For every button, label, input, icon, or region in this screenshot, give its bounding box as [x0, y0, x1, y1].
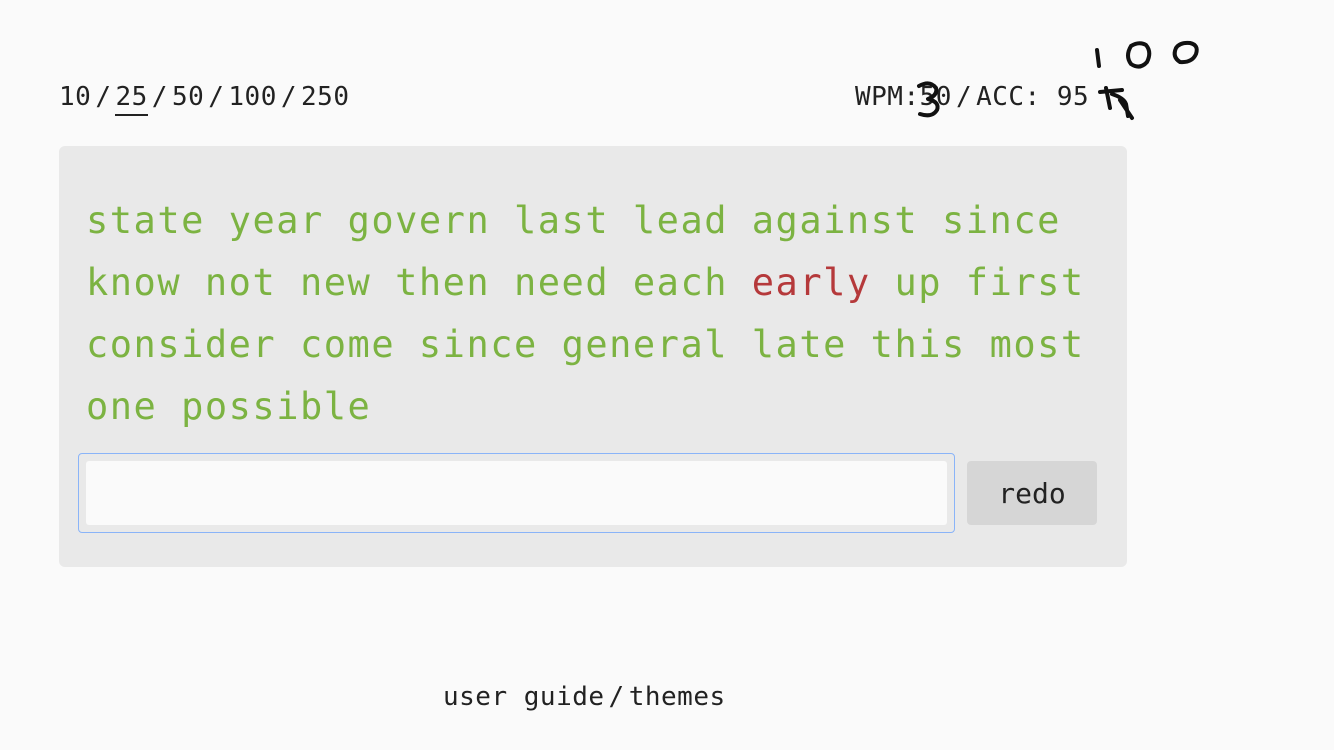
themes-link[interactable]: themes	[629, 682, 726, 712]
word-correct: each	[632, 261, 728, 304]
typing-input-wrapper	[78, 453, 955, 533]
word-count-separator: /	[280, 82, 298, 112]
word-count-option-250[interactable]: 250	[301, 82, 349, 112]
word-correct: general	[561, 323, 728, 366]
word-correct: against	[751, 199, 919, 242]
word-count-separator: /	[208, 82, 225, 112]
word-correct: new	[300, 261, 372, 304]
word-correct: consider	[86, 323, 277, 366]
word-correct: this	[870, 323, 966, 366]
footer-links: user guide / themes	[443, 682, 726, 712]
word-correct: know	[86, 261, 182, 304]
word-count-separator: /	[95, 82, 112, 112]
word-count-separator: /	[151, 82, 168, 112]
word-correct: state	[86, 199, 205, 242]
footer-separator: /	[608, 682, 625, 712]
word-correct: first	[965, 261, 1085, 304]
wpm-label: WPM:	[855, 82, 920, 112]
word-correct: last	[514, 199, 610, 242]
redo-button[interactable]: redo	[967, 461, 1097, 525]
typing-test-page: 10/25/50/100/250 WPM:50/ACC: 95 state ye…	[0, 0, 1334, 750]
word-count-option-100[interactable]: 100	[228, 82, 276, 112]
typing-card: state year govern last lead against sinc…	[59, 146, 1127, 567]
wpm-value: 50	[919, 82, 952, 112]
stats-readout: WPM:50/ACC: 95	[855, 82, 1089, 112]
acc-label: ACC:	[976, 82, 1041, 112]
word-correct: need	[514, 261, 610, 304]
word-correct: govern	[347, 199, 491, 242]
word-correct: late	[751, 323, 847, 366]
word-correct: come	[300, 323, 396, 366]
word-incorrect: early	[751, 261, 871, 304]
word-correct: then	[395, 261, 491, 304]
typing-input[interactable]	[86, 461, 947, 525]
stats-separator: /	[955, 82, 973, 112]
word-correct: one	[86, 385, 158, 428]
acc-value: 95	[1056, 82, 1090, 112]
word-correct: most	[989, 323, 1085, 366]
word-correct: since	[418, 323, 538, 366]
word-correct: since	[942, 199, 1061, 242]
word-correct: possible	[181, 385, 372, 428]
word-count-option-50[interactable]: 50	[172, 82, 204, 112]
word-correct: year	[228, 199, 324, 242]
word-count-option-25[interactable]: 25	[115, 82, 148, 116]
user-guide-link[interactable]: user guide	[443, 682, 605, 712]
word-count-selector: 10/25/50/100/250	[59, 82, 350, 116]
word-correct: lead	[632, 199, 728, 242]
word-count-option-10[interactable]: 10	[59, 82, 91, 112]
word-correct: up	[894, 261, 943, 304]
word-correct: not	[204, 261, 277, 304]
word-display: state year govern last lead against sinc…	[86, 190, 1116, 438]
